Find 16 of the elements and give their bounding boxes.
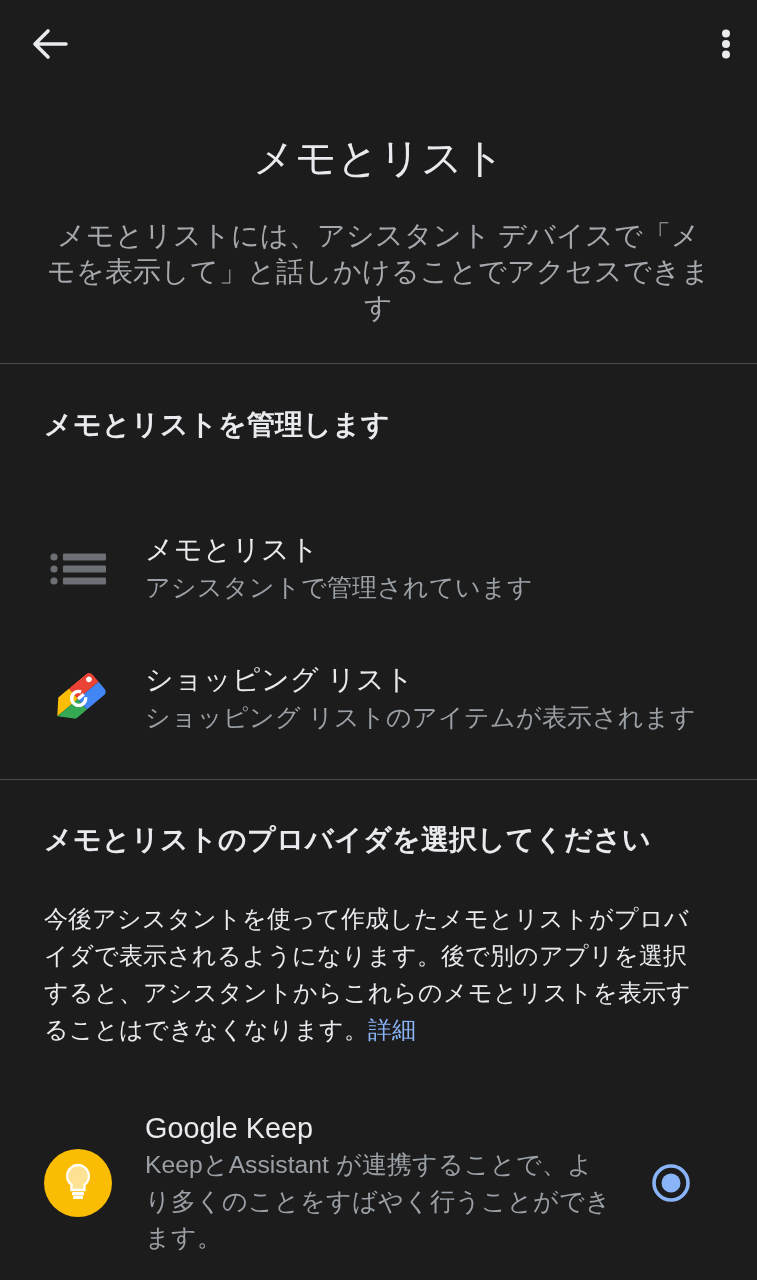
- section-heading: メモとリストを管理します: [43, 408, 391, 442]
- radio-button[interactable]: [652, 1163, 690, 1202]
- item-subtitle: アシスタントで管理されています: [145, 573, 533, 603]
- item-title[interactable]: メモとリスト: [145, 531, 319, 569]
- lightbulb-icon: [44, 1148, 112, 1217]
- section-heading: メモとリストのプロバイダを選択してください: [43, 823, 652, 857]
- page-title: メモとリスト: [251, 134, 506, 183]
- provider-description: KeepとAssistant が連携することで、より多くのことをすばやく行うことができます。: [145, 1150, 612, 1253]
- list-icon: [50, 553, 106, 585]
- item-title[interactable]: ショッピング リスト: [145, 661, 414, 699]
- more-options-button[interactable]: [721, 29, 731, 59]
- provider-info-text: 今後アシスタントを使って作成したメモとリストがプロバイダで表示されるようになります。後で別のアプリを選択すると、アシスタントからこれらのメモとリストを表示することはできなくなります。詳細: [44, 904, 692, 1045]
- page-description: メモとリストには、アシスタント デバイスで「メモを表示して」と話しかけることでアクセスできます: [46, 219, 711, 325]
- provider-name: Google Keep: [145, 1111, 314, 1146]
- learn-more-link[interactable]: 詳細: [368, 1016, 416, 1043]
- item-subtitle: ショッピング リストのアイテムが表示されます: [145, 703, 696, 733]
